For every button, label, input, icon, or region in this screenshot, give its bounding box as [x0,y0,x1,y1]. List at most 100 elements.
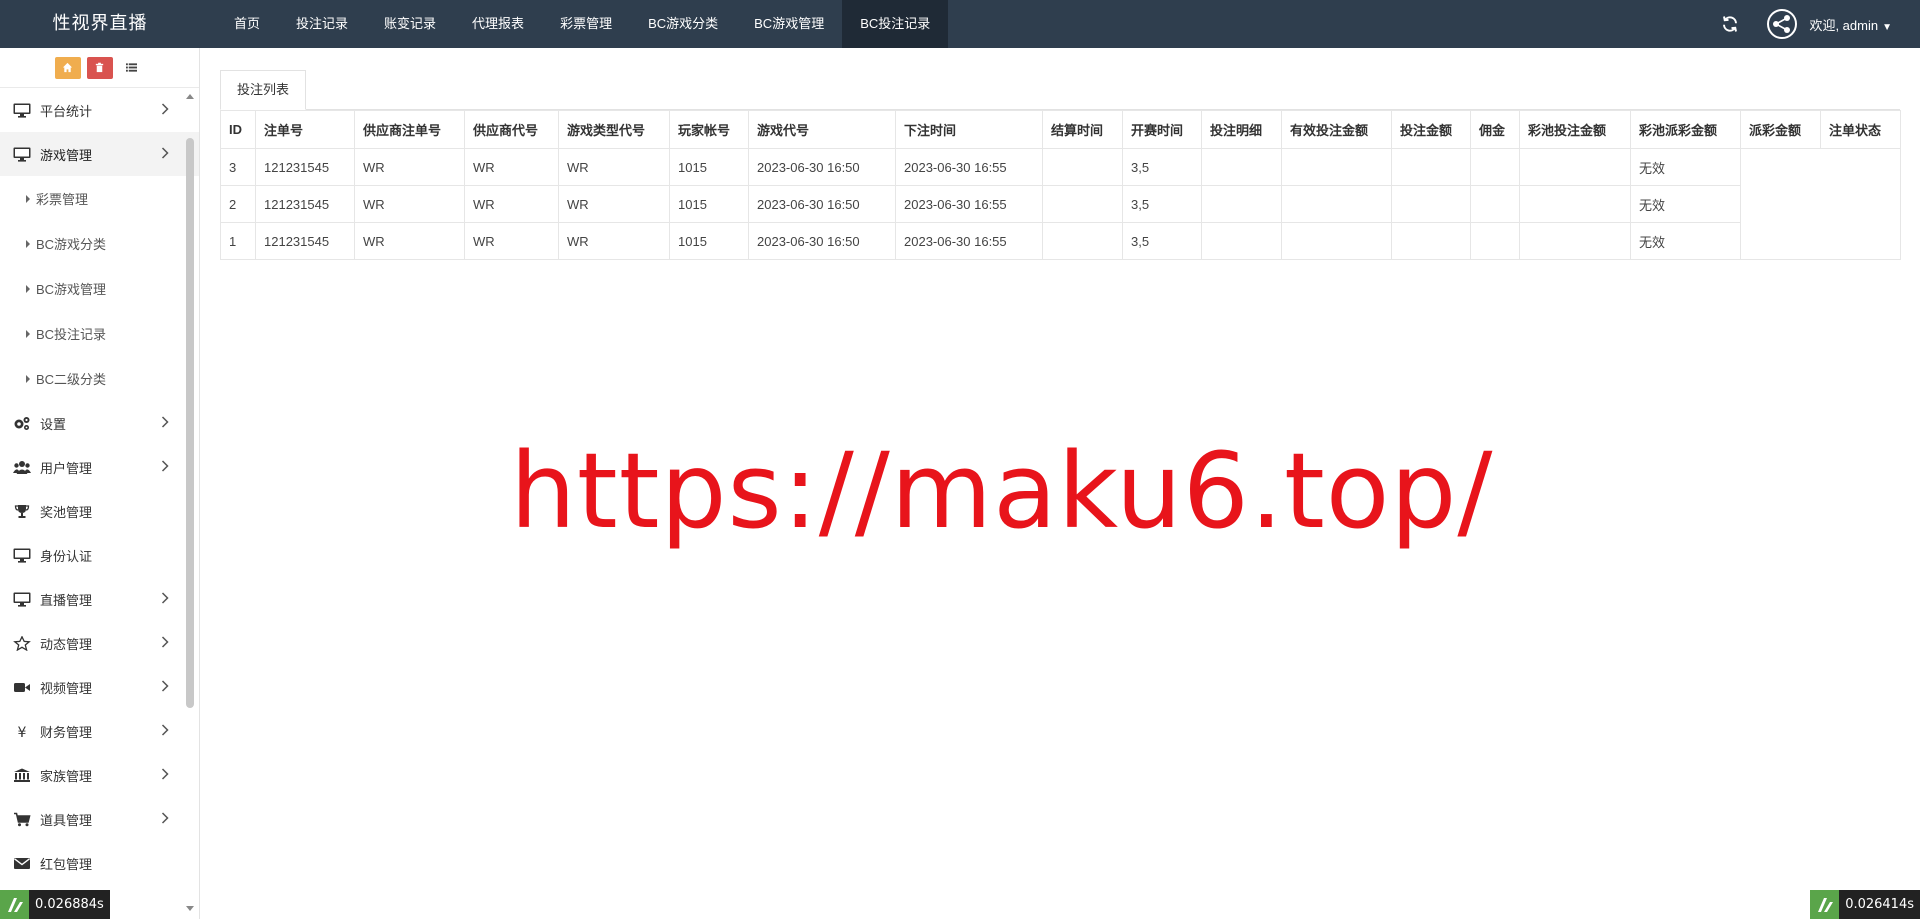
sidebar-item[interactable]: 直播管理 [0,577,199,621]
column-header: 玩家帐号 [669,110,749,149]
top-nav-item[interactable]: 首页 [216,0,278,48]
trash-button[interactable] [86,56,113,79]
sidebar-item-label: 动态管理 [40,636,93,652]
sidebar-item[interactable]: 视频管理 [0,665,199,709]
column-header: 供应商注单号 [354,110,465,149]
scroll-up-arrow[interactable] [186,94,194,99]
sidebar-scrollbar[interactable] [186,138,194,708]
brand-title[interactable]: 性视界直播 [0,0,200,48]
sidebar-item-label: 设置 [40,416,67,432]
tab-bet-list[interactable]: 投注列表 [220,70,307,110]
sidebar-subitem[interactable]: BC二级分类 [0,356,199,401]
chevron-right-icon [161,416,169,428]
profiler-logo-icon [0,890,29,919]
column-header: 投注明细 [1201,110,1282,149]
caret-right-icon [26,374,30,383]
top-nav-item[interactable]: BC游戏分类 [630,0,736,48]
column-header: 注单状态 [1820,110,1901,149]
scroll-down-arrow[interactable] [186,906,194,911]
caret-right-icon [26,194,30,203]
envelope-icon [12,855,32,871]
top-nav-item[interactable]: BC游戏管理 [736,0,842,48]
top-nav-item[interactable]: 投注记录 [278,0,366,48]
table-cell: 无效 [1630,148,1741,186]
column-header: 游戏类型代号 [558,110,670,149]
sidebar-item[interactable]: 身份认证 [0,533,199,577]
sidebar-item[interactable]: 动态管理 [0,621,199,665]
table-cell [1519,222,1631,260]
sidebar-item-label: 用户管理 [40,460,93,476]
sidebar-item[interactable]: 红包管理 [0,841,199,885]
sidebar-subitem[interactable]: BC投注记录 [0,311,199,356]
home-button[interactable] [54,56,81,79]
sidebar-item[interactable]: 用户管理 [0,445,199,489]
monitor-icon [12,547,32,563]
top-nav-item[interactable]: 代理报表 [454,0,542,48]
sidebar-item-label: 身份认证 [40,548,93,564]
table-cell: 无效 [1630,222,1741,260]
column-header: 注单号 [255,110,355,149]
list-button[interactable] [119,57,145,79]
table-cell [1281,185,1392,223]
home-icon [62,62,73,73]
table-cell [1042,222,1123,260]
chevron-right-icon [161,680,169,692]
sidebar-subitem[interactable]: BC游戏分类 [0,221,199,266]
refresh-icon[interactable] [1721,15,1739,33]
table-cell [1281,148,1392,186]
table-cell [1519,148,1631,186]
table-cell [1519,185,1631,223]
star-icon [12,635,32,651]
table-cell: WR [558,148,670,186]
table-row[interactable]: 3 121231545 WR WR WR 1015 2023-06-30 16:50 2023… [220,148,1901,260]
chevron-right-icon [161,103,169,115]
sidebar-item[interactable]: 奖池管理 [0,489,199,533]
column-header: 开赛时间 [1122,110,1202,149]
caret-down-icon: ▼ [1882,21,1892,33]
monitor-icon [12,102,32,118]
chevron-right-icon [161,592,169,604]
sidebar-item-label: 家族管理 [40,768,93,784]
sidebar-item[interactable]: 平台统计 [0,88,199,132]
table-row[interactable]: 2 121231545 WR WR WR 1015 2023-06-30 16:50 2023… [220,185,1901,223]
sidebar-item[interactable]: 道具管理 [0,797,199,841]
avatar-icon [1767,9,1798,39]
welcome-text: 欢迎, admin [1809,17,1879,33]
table-cell: 1 [220,222,256,260]
sidebar-item[interactable]: 设置 [0,401,199,445]
table-cell: 3,5 [1122,222,1202,260]
column-header: 佣金 [1470,110,1520,149]
top-nav-item[interactable]: BC投注记录 [842,0,949,48]
table-cell: 1015 [669,222,749,260]
bank-icon [12,767,32,783]
top-navbar: 性视界直播 首页 投注记录 账变记录 代理报表 彩票管理 BC游戏分类 BC游戏管理 BC投注… [0,0,1920,48]
column-header: 下注时间 [895,110,1043,149]
table-row[interactable]: 1 121231545 WR WR WR 1015 2023-06-30 16:50 2023… [220,222,1901,260]
table-cell [1391,148,1471,186]
table-cell: WR [464,185,559,223]
sidebar-subitem-label: BC二级分类 [36,372,107,387]
sidebar-item[interactable]: 家族管理 [0,753,199,797]
sidebar-subitem[interactable]: BC游戏管理 [0,266,199,311]
users-icon [12,459,32,475]
column-header: 彩池投注金额 [1519,110,1631,149]
sidebar-item[interactable]: ¥ 财务管理 [0,709,199,753]
table-cell: WR [354,148,465,186]
table-cell [1201,148,1282,186]
monitor-icon [12,591,32,607]
top-nav-item[interactable]: 账变记录 [366,0,454,48]
table-cell: 121231545 [255,222,355,260]
main-content: 投注列表 ID 注单号 供应商注单号 供应商代号 游戏类型代号 玩家帐号 游戏代号 下注时间结… [220,70,1901,260]
top-nav-item[interactable]: 彩票管理 [542,0,630,48]
table-cell: WR [558,185,670,223]
user-dropdown[interactable]: 欢迎, admin ▼ [1809,15,1892,34]
yen-icon: ¥ [12,723,32,739]
sidebar-item[interactable]: 游戏管理 [0,132,199,176]
sidebar-subitem[interactable]: 彩票管理 [0,176,199,221]
chevron-right-icon [161,812,169,824]
table-cell: 1015 [669,185,749,223]
caret-right-icon [26,284,30,293]
trash-icon [95,62,104,73]
table-cell: WR [464,222,559,260]
chevron-right-icon [161,460,169,472]
